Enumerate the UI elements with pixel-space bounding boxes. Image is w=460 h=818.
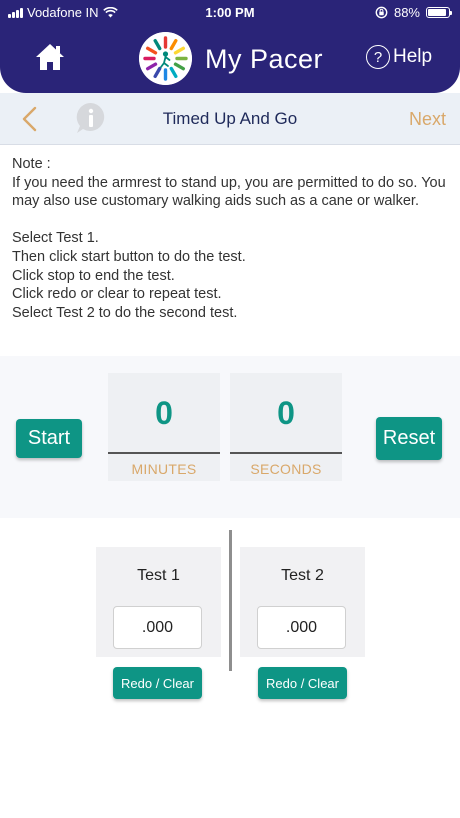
test-2-result-input[interactable] [257,606,346,649]
seconds-label: SECONDS [250,461,322,477]
battery-icon [426,7,452,18]
status-right: 88% [375,5,452,20]
next-button[interactable]: Next [409,109,446,130]
minutes-value: 0 [155,395,173,431]
test-1-title: Test 1 [137,567,180,584]
battery-percent: 88% [393,5,420,20]
note-line: Select Test 2 to do the second test. [12,304,238,321]
test-1-redo-clear-button[interactable]: Redo / Clear [113,667,202,699]
app-title: My Pacer [205,44,324,74]
note-line: Click stop to end the test. [12,267,175,284]
app-header: Vodafone IN 1:00 PM 88% My Pacer ? Help [0,0,460,93]
reset-button[interactable]: Reset [376,417,442,460]
test-2-redo-clear-button[interactable]: Redo / Clear [258,667,347,699]
minutes-divider [108,452,220,454]
instructions-note: Note : If you need the armrest to stand … [12,155,452,322]
test-1-card[interactable]: Test 1 [96,547,221,657]
page-title: Timed Up And Go [162,109,298,128]
my-pacer-logo [139,32,192,85]
help-label: Help [393,46,433,67]
seconds-divider [230,452,342,454]
minutes-label: MINUTES [131,461,197,477]
note-line: Then click start button to do the test. [12,248,246,265]
nav-bar: Timed Up And Go Next [0,93,460,145]
note-heading: Note : [12,156,51,172]
start-button[interactable]: Start [16,419,82,458]
note-line: If you need the armrest to stand up, you… [12,174,446,210]
seconds-value: 0 [277,395,295,431]
test-1-result-input[interactable] [113,606,202,649]
help-icon: ? [366,45,390,69]
note-line: Select Test 1. [12,230,99,247]
orientation-lock-icon [375,6,388,19]
test-divider [229,530,232,671]
info-icon[interactable] [74,101,108,135]
test-2-card[interactable]: Test 2 [240,547,365,657]
test-2-title: Test 2 [281,567,324,584]
home-icon[interactable] [34,42,66,72]
note-spacer [12,211,452,230]
seconds-display: 0 SECONDS [230,373,342,481]
note-line: Click redo or clear to repeat test. [12,286,222,303]
status-bar: Vodafone IN 1:00 PM 88% [0,0,460,24]
minutes-display: 0 MINUTES [108,373,220,481]
help-button[interactable]: ? Help [366,45,432,69]
